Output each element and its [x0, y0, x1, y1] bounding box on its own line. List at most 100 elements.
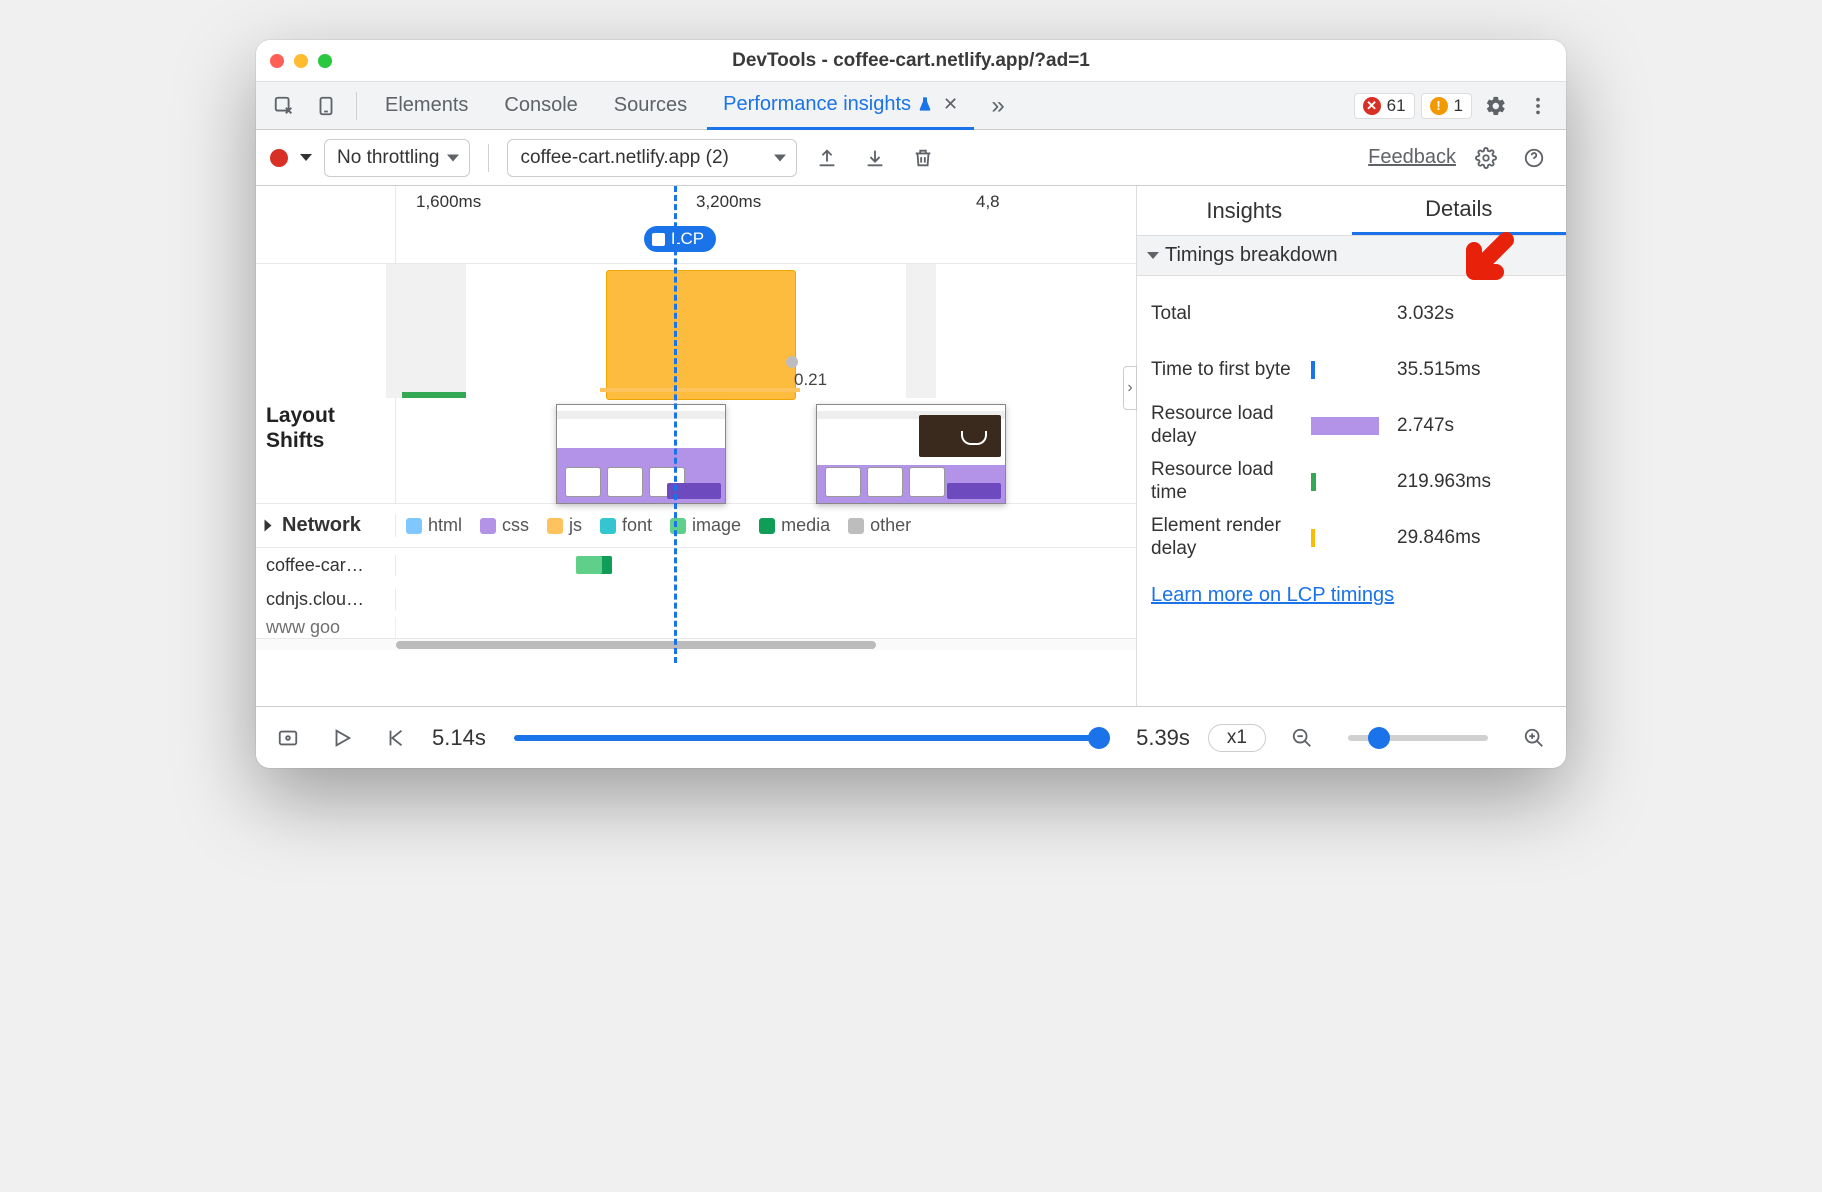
tab-list: Elements Console Sources Performance ins… — [369, 82, 974, 130]
legend-item: font — [600, 515, 652, 536]
legend-swatch-icon — [759, 518, 775, 534]
feedback-link[interactable]: Feedback — [1368, 146, 1456, 169]
breakdown-bar — [1311, 301, 1387, 327]
legend-swatch-icon — [848, 518, 864, 534]
throttling-select[interactable]: No throttling — [324, 139, 470, 177]
learn-more-link[interactable]: Learn more on LCP timings — [1151, 584, 1552, 607]
layout-shift-thumbnail[interactable] — [816, 404, 1006, 504]
legend-swatch-icon — [670, 518, 686, 534]
inspect-icon[interactable] — [266, 88, 302, 124]
devtools-window: DevTools - coffee-cart.netlify.app/?ad=1… — [256, 40, 1566, 768]
cls-dot[interactable] — [786, 356, 798, 368]
breakdown-row: Resource load time 219.963ms — [1151, 454, 1552, 510]
download-icon[interactable] — [857, 140, 893, 176]
tab-performance-insights[interactable]: Performance insights ✕ — [707, 82, 974, 130]
warnings-badge[interactable]: ! 1 — [1421, 93, 1472, 119]
fcp-line — [402, 392, 466, 398]
breakdown-label: Total — [1151, 303, 1301, 326]
record-dropdown-icon[interactable] — [300, 154, 312, 161]
tick-label: 4,8 — [976, 192, 1000, 212]
record-button[interactable] — [270, 149, 288, 167]
device-toggle-icon[interactable] — [308, 88, 344, 124]
legend-label: font — [622, 515, 652, 536]
details-tab[interactable]: Details — [1352, 186, 1567, 235]
breakdown-value: 2.747s — [1397, 415, 1454, 437]
breakdown-value: 3.032s — [1397, 303, 1454, 325]
breakdown-label: Time to first byte — [1151, 359, 1301, 382]
network-row-label: coffee-car… — [256, 555, 396, 576]
error-icon: ✕ — [1363, 97, 1381, 115]
help-icon[interactable] — [1516, 140, 1552, 176]
collapse-pane-icon[interactable]: › — [1123, 366, 1137, 410]
settings-gear-icon[interactable] — [1478, 88, 1514, 124]
legend-item: other — [848, 515, 911, 536]
errors-badge[interactable]: ✕ 61 — [1354, 93, 1415, 119]
lcp-marker[interactable]: LCP — [644, 226, 716, 252]
preview-toggle-icon[interactable] — [270, 720, 306, 756]
warnings-count: 1 — [1454, 96, 1463, 116]
panel-settings-gear-icon[interactable] — [1468, 140, 1504, 176]
horizontal-scrollbar[interactable] — [256, 638, 1136, 650]
zoom-in-icon[interactable] — [1516, 720, 1552, 756]
play-icon[interactable] — [324, 720, 360, 756]
breakdown-label: Element render delay — [1151, 515, 1301, 561]
tab-sources[interactable]: Sources — [598, 82, 703, 130]
legend-swatch-icon — [406, 518, 422, 534]
breakdown-row: Time to first byte35.515ms — [1151, 342, 1552, 398]
page-select[interactable]: coffee-cart.netlify.app (2) — [507, 139, 797, 177]
network-header: Network htmlcssjsfontimagemediaother — [256, 504, 1136, 548]
details-pane: › Insights Details Timings breakdown Tot… — [1136, 186, 1566, 706]
tab-label: Performance insights — [723, 93, 911, 116]
upload-icon[interactable] — [809, 140, 845, 176]
timeline-pane: 1,600ms 3,200ms 4,8 LCP Layout Shifts — [256, 186, 1136, 706]
main-task-bar[interactable] — [606, 270, 796, 400]
zoom-out-icon[interactable] — [1284, 720, 1320, 756]
flame-chart-row[interactable]: Layout Shifts 0.21 — [256, 264, 1136, 504]
legend-label: other — [870, 515, 911, 536]
network-row[interactable]: coffee-car… — [256, 548, 1136, 582]
legend-label: media — [781, 515, 830, 536]
expand-network-icon[interactable] — [265, 520, 272, 532]
lcp-pill-icon — [652, 233, 665, 246]
legend-item: media — [759, 515, 830, 536]
trash-icon[interactable] — [905, 140, 941, 176]
tick-label: 1,600ms — [416, 192, 481, 212]
speed-selector[interactable]: x1 — [1208, 724, 1266, 752]
legend-label: image — [692, 515, 741, 536]
tab-console[interactable]: Console — [488, 82, 593, 130]
breakdown-value: 219.963ms — [1397, 471, 1491, 493]
section-title: Timings breakdown — [1165, 244, 1338, 267]
warning-icon: ! — [1430, 97, 1448, 115]
layout-shift-thumbnail[interactable] — [556, 404, 726, 504]
breakdown-bar — [1311, 413, 1387, 439]
devtools-tab-bar: Elements Console Sources Performance ins… — [256, 82, 1566, 130]
tab-elements[interactable]: Elements — [369, 82, 484, 130]
playhead[interactable] — [674, 186, 677, 663]
performance-toolbar: No throttling coffee-cart.netlify.app (2… — [256, 130, 1566, 186]
insights-tab[interactable]: Insights — [1137, 186, 1352, 235]
legend-label: css — [502, 515, 529, 536]
kebab-menu-icon[interactable] — [1520, 88, 1556, 124]
network-row[interactable]: www goo — [256, 616, 1136, 638]
breakdown-bar — [1311, 469, 1387, 495]
timeline-scrubber[interactable] — [514, 735, 1108, 741]
breakdown-label: Resource load delay — [1151, 403, 1301, 449]
breakdown-bar — [1311, 525, 1387, 551]
network-row[interactable]: cdnjs.clou… — [256, 582, 1136, 616]
network-legend: htmlcssjsfontimagemediaother — [396, 515, 1136, 536]
more-tabs-icon[interactable]: » — [980, 88, 1016, 124]
zoom-slider[interactable] — [1348, 735, 1488, 741]
current-time: 5.14s — [432, 725, 486, 751]
legend-swatch-icon — [600, 518, 616, 534]
legend-item: css — [480, 515, 529, 536]
legend-label: js — [569, 515, 582, 536]
net-bar-image — [576, 556, 612, 574]
breakdown-label: Resource load time — [1151, 459, 1301, 505]
collapse-section-icon — [1147, 252, 1159, 259]
timeline-ruler[interactable]: 1,600ms 3,200ms 4,8 LCP — [256, 186, 1136, 264]
rewind-icon[interactable] — [378, 720, 414, 756]
close-tab-icon[interactable]: ✕ — [943, 94, 958, 115]
layout-shifts-label: Layout Shifts — [266, 403, 335, 453]
timings-breakdown: Total 3.032s Time to first byte35.515ms Res… — [1137, 276, 1566, 576]
cls-value: 0.21 — [794, 370, 827, 390]
